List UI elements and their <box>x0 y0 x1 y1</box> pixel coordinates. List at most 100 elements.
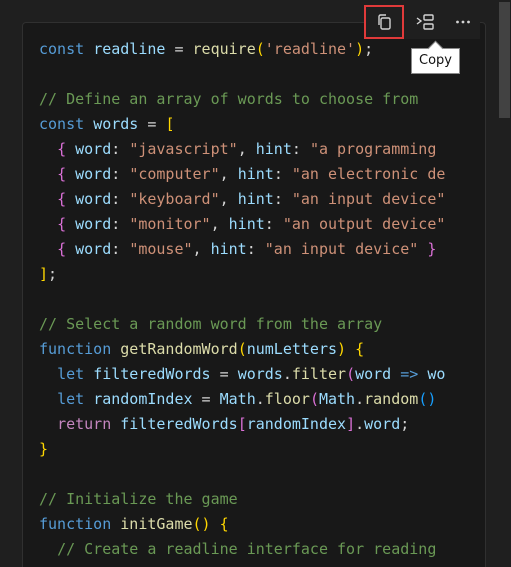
code-token: , <box>219 190 238 208</box>
code-token: ] <box>346 415 356 433</box>
code-token: word <box>75 165 112 183</box>
code-token: . <box>355 415 365 433</box>
code-token: ; <box>48 265 58 283</box>
code-token: Math <box>219 390 256 408</box>
code-token: let <box>57 365 94 383</box>
code-line: // Define an array of words to choose fr… <box>39 87 445 112</box>
code-token: "an input device" <box>264 240 419 258</box>
code-token: randomIndex <box>93 390 193 408</box>
code-token: () <box>418 390 437 408</box>
copy-tooltip-label: Copy <box>419 53 452 68</box>
code-token: "computer" <box>129 165 220 183</box>
code-token: const <box>39 115 94 133</box>
code-token: ] <box>39 265 49 283</box>
code-token: : <box>111 215 130 233</box>
code-line: { word: "keyboard", hint: "an input devi… <box>39 187 445 212</box>
code-token: ( <box>255 40 265 58</box>
code-token: // Select a random word from the array <box>39 315 383 333</box>
code-token: [ <box>165 115 175 133</box>
code-token: = <box>210 365 238 383</box>
code-token: word <box>355 365 392 383</box>
code-token: initGame <box>120 515 193 533</box>
code-token: "an electronic de <box>291 165 446 183</box>
code-token: "javascript" <box>129 140 238 158</box>
code-token: { <box>355 340 365 358</box>
code-token: "an input device" <box>291 190 446 208</box>
code-token: function <box>39 340 121 358</box>
code-token: , <box>192 240 211 258</box>
code-line: const rl = readline.createInterface({ <box>39 562 445 567</box>
code-token: { <box>57 190 67 208</box>
code-token: hint <box>255 140 292 158</box>
copy-button[interactable] <box>364 5 404 39</box>
code-token: readline <box>93 40 166 58</box>
code-token: = <box>165 40 193 58</box>
code-token: { <box>57 165 67 183</box>
code-token: : <box>111 190 130 208</box>
code-line: ]; <box>39 262 445 287</box>
code-token: const <box>39 40 94 58</box>
more-actions-button[interactable] <box>446 6 480 38</box>
code-token: => <box>400 365 419 383</box>
insert-into-editor-icon <box>416 14 434 30</box>
code-token: "a programming <box>309 140 437 158</box>
code-token: ) <box>355 40 365 58</box>
code-line: // Initialize the game <box>39 487 445 512</box>
code-line: let filteredWords = words.filter(word =>… <box>39 362 445 387</box>
insert-into-editor-button[interactable] <box>408 6 442 38</box>
code-token: let <box>57 390 94 408</box>
code-token: { <box>57 240 67 258</box>
code-token: : <box>111 140 130 158</box>
code-token: random <box>364 390 419 408</box>
code-line: return filteredWords[randomIndex].word; <box>39 412 445 437</box>
code-token: } <box>427 240 437 258</box>
code-token: "mouse" <box>129 240 193 258</box>
code-token: getRandomWord <box>120 340 238 358</box>
code-line: function getRandomWord(numLetters) { <box>39 337 445 362</box>
code-token: () <box>192 515 211 533</box>
vertical-scrollbar[interactable] <box>497 0 511 567</box>
code-token: [ <box>237 415 247 433</box>
code-token: "an output device" <box>282 215 446 233</box>
code-token: , <box>210 215 229 233</box>
code-line: { word: "computer", hint: "an electronic… <box>39 162 445 187</box>
code-token: // Define an array of words to choose fr… <box>39 90 419 108</box>
code-token: return <box>57 415 121 433</box>
code-token: ; <box>400 415 410 433</box>
code-token: hint <box>228 215 265 233</box>
code-token: , <box>237 140 256 158</box>
code-token: hint <box>237 190 274 208</box>
code-token: floor <box>264 390 310 408</box>
code-token: ( <box>346 365 356 383</box>
copy-icon <box>378 14 391 30</box>
code-token: : <box>246 240 265 258</box>
code-token: : <box>111 240 130 258</box>
code-token: Math <box>318 390 356 408</box>
code-token: wo <box>427 365 446 383</box>
code-line: { word: "javascript", hint: "a programmi… <box>39 137 445 162</box>
code-token: . <box>255 390 265 408</box>
code-token: : <box>273 190 292 208</box>
code-token: filteredWords <box>120 415 238 433</box>
scrollbar-thumb[interactable] <box>499 2 510 118</box>
code-line: function initGame() { <box>39 512 445 537</box>
code-line: { word: "mouse", hint: "an input device"… <box>39 237 445 262</box>
code-token: { <box>57 140 67 158</box>
more-actions-icon <box>456 20 470 24</box>
code-token: word <box>75 240 112 258</box>
code-line: const readline = require('readline'); <box>39 37 445 62</box>
code-line: // Create a readline interface for readi… <box>39 537 445 562</box>
code-token: ) <box>337 340 347 358</box>
code-line: // Select a random word from the array <box>39 312 445 337</box>
